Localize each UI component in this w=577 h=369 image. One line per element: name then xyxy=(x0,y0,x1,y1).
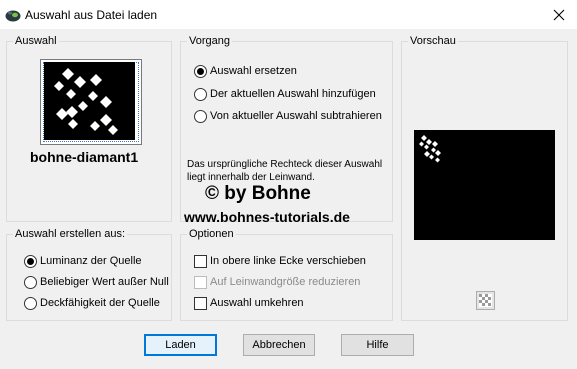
radio-nonzero[interactable]: Beliebiger Wert außer Null xyxy=(24,274,169,290)
selection-thumbnail[interactable] xyxy=(40,59,142,145)
option-invert[interactable]: Auswahl umkehren xyxy=(194,295,304,311)
transparency-toggle-button[interactable] xyxy=(476,291,495,310)
radio-luminance[interactable]: Luminanz der Quelle xyxy=(24,253,142,269)
window-title: Auswahl aus Datei laden xyxy=(25,8,158,22)
watermark-url: www.bohnes-tutorials.de xyxy=(184,209,350,225)
shape-name: bohne-diamant1 xyxy=(30,149,139,165)
vorschau-group-label: Vorschau xyxy=(408,34,458,48)
optionen-group-label: Optionen xyxy=(187,227,236,241)
option-move-topleft-checkbox[interactable] xyxy=(194,254,207,268)
option-move-topleft-label: In obere linke Ecke verschieben xyxy=(210,255,366,267)
option-fit-canvas-label: Auf Leinwandgröße reduzieren xyxy=(210,276,361,288)
radio-add-label: Der aktuellen Auswahl hinzufügen xyxy=(210,88,376,100)
diamond-shape-icon xyxy=(44,62,135,140)
radio-subtract-button[interactable] xyxy=(194,109,207,123)
radio-nonzero-label: Beliebiger Wert außer Null xyxy=(40,276,169,288)
checkerboard-icon xyxy=(479,294,492,307)
radio-nonzero-button[interactable] xyxy=(24,275,37,289)
erstellen-group-label: Auswahl erstellen aus: xyxy=(13,227,128,241)
radio-replace[interactable]: Auswahl ersetzen xyxy=(194,63,297,79)
app-icon xyxy=(5,10,21,22)
radio-subtract[interactable]: Von aktueller Auswahl subtrahieren xyxy=(194,108,382,124)
title-bar: Auswahl aus Datei laden xyxy=(0,0,577,30)
radio-opacity-button[interactable] xyxy=(24,296,37,310)
option-fit-canvas-checkbox[interactable] xyxy=(194,275,207,289)
vorgang-group-label: Vorgang xyxy=(187,34,232,48)
radio-luminance-button[interactable] xyxy=(24,254,37,268)
load-button[interactable]: Laden xyxy=(144,334,217,356)
help-button[interactable]: Hilfe xyxy=(341,334,414,356)
radio-opacity-label: Deckfähigkeit der Quelle xyxy=(40,297,160,309)
radio-replace-label: Auswahl ersetzen xyxy=(210,65,297,77)
radio-subtract-label: Von aktueller Auswahl subtrahieren xyxy=(210,110,382,122)
radio-add[interactable]: Der aktuellen Auswahl hinzufügen xyxy=(194,86,376,102)
auswahl-group-label: Auswahl xyxy=(13,34,59,48)
bounds-note: Das ursprüngliche Rechteck dieser Auswah… xyxy=(187,159,383,183)
option-fit-canvas[interactable]: Auf Leinwandgröße reduzieren xyxy=(194,274,360,290)
option-invert-checkbox[interactable] xyxy=(194,296,207,310)
radio-add-button[interactable] xyxy=(194,87,207,101)
option-move-topleft[interactable]: In obere linke Ecke verschieben xyxy=(194,253,366,269)
close-button[interactable] xyxy=(541,0,577,30)
option-invert-label: Auswahl umkehren xyxy=(210,297,304,309)
preview-canvas xyxy=(414,130,555,240)
radio-replace-button[interactable] xyxy=(194,64,207,78)
radio-luminance-label: Luminanz der Quelle xyxy=(40,255,142,267)
radio-opacity[interactable]: Deckfähigkeit der Quelle xyxy=(24,295,160,311)
watermark-copyright: © by Bohne xyxy=(205,183,311,204)
close-icon xyxy=(553,9,565,21)
cancel-button[interactable]: Abbrechen xyxy=(243,334,315,356)
